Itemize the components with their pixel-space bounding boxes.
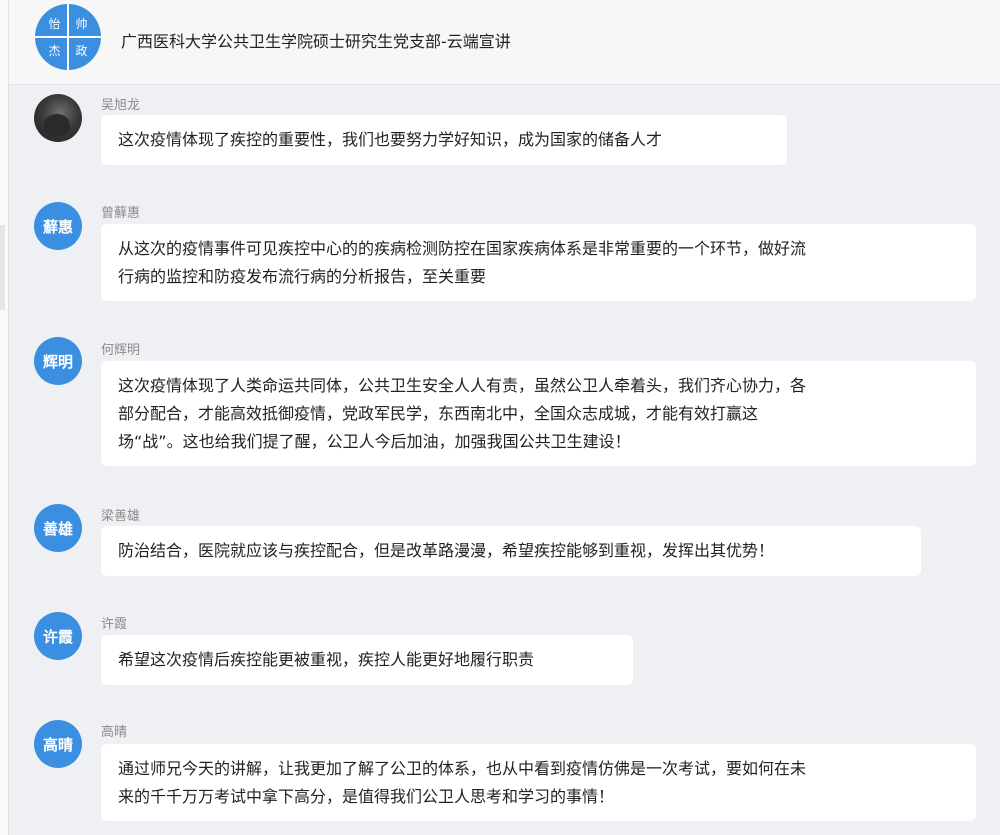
- message-line: 来的千千万万考试中拿下高分，是值得我们公卫人思考和学习的事情！: [118, 787, 615, 806]
- message-bubble[interactable]: 从这次的疫情事件可见疾控中心的的疾病检测防控在国家疾病体系是非常重要的一个环节，…: [101, 224, 976, 301]
- group-avatar-char: 帅: [75, 17, 88, 31]
- message-line: 通过师兄今天的讲解，让我更加了解了公卫的体系，也从中看到疫情仿佛是一次考试，要如…: [118, 759, 807, 778]
- sender-name: 吴旭龙: [101, 98, 141, 113]
- group-avatar-char: 怡: [48, 17, 61, 31]
- message-bubble[interactable]: 这次疫情体现了人类命运共同体，公共卫生安全人人有责，虽然公卫人牵着头，我们齐心协…: [101, 361, 976, 466]
- chat-header: 怡 帅 杰 政 广西医科大学公共卫生学院硕士研究生党支部-云端宣讲: [9, 0, 1000, 85]
- message-bubble[interactable]: 防治结合，医院就应该与疾控配合，但是改革路漫漫，希望疾控能够到重视，发挥出其优势…: [101, 526, 921, 576]
- user-avatar[interactable]: 高晴: [34, 720, 82, 768]
- group-avatar-char: 政: [75, 44, 88, 58]
- message-line: 部分配合，才能高效抵御疫情，党政军民学，东西南北中，全国众志成城，才能有效打赢这: [118, 404, 759, 423]
- user-avatar[interactable]: 辉明: [34, 337, 82, 385]
- group-avatar-char: 杰: [48, 44, 61, 58]
- message-line: 防治结合，医院就应该与疾控配合，但是改革路漫漫，希望疾控能够到重视，发挥出其优势…: [118, 541, 775, 560]
- sender-name: 何辉明: [101, 343, 141, 358]
- message-line: 这次疫情体现了疾控的重要性，我们也要努力学好知识，成为国家的储备人才: [118, 130, 663, 149]
- sender-name: 梁善雄: [101, 509, 141, 524]
- message-bubble[interactable]: 通过师兄今天的讲解，让我更加了解了公卫的体系，也从中看到疫情仿佛是一次考试，要如…: [101, 744, 976, 821]
- user-avatar[interactable]: 善雄: [34, 504, 82, 552]
- avatar-divider: [35, 36, 101, 38]
- left-panel-edge: [0, 0, 8, 835]
- message-line: 希望这次疫情后疾控能更被重视，疾控人能更好地履行职责: [118, 650, 535, 669]
- message-line: 场“战”。这也给我们提了醒，公卫人今后加油，加强我国公共卫生建设！: [118, 432, 631, 451]
- left-panel-scroll-mark: [0, 225, 5, 310]
- message-line: 这次疫情体现了人类命运共同体，公共卫生安全人人有责，虽然公卫人牵着头，我们齐心协…: [118, 376, 807, 395]
- user-avatar[interactable]: 许霞: [34, 612, 82, 660]
- avatar-photo-shade: [44, 114, 70, 136]
- message-bubble[interactable]: 这次疫情体现了疾控的重要性，我们也要努力学好知识，成为国家的储备人才: [101, 115, 787, 165]
- message-line: 从这次的疫情事件可见疾控中心的的疾病检测防控在国家疾病体系是非常重要的一个环节，…: [118, 239, 807, 258]
- sender-name: 许霞: [101, 617, 128, 632]
- sender-name: 高晴: [101, 725, 128, 740]
- sender-name: 曾蘚惠: [101, 206, 141, 221]
- message-bubble[interactable]: 希望这次疫情后疾控能更被重视，疾控人能更好地履行职责: [101, 635, 633, 685]
- user-avatar[interactable]: 蘚惠: [34, 202, 82, 250]
- user-avatar-photo[interactable]: [34, 94, 82, 142]
- group-avatar[interactable]: 怡 帅 杰 政: [35, 4, 101, 70]
- chat-title: 广西医科大学公共卫生学院硕士研究生党支部-云端宣讲: [121, 32, 511, 51]
- message-line: 行病的监控和防疫发布流行病的分析报告，至关重要: [118, 267, 487, 286]
